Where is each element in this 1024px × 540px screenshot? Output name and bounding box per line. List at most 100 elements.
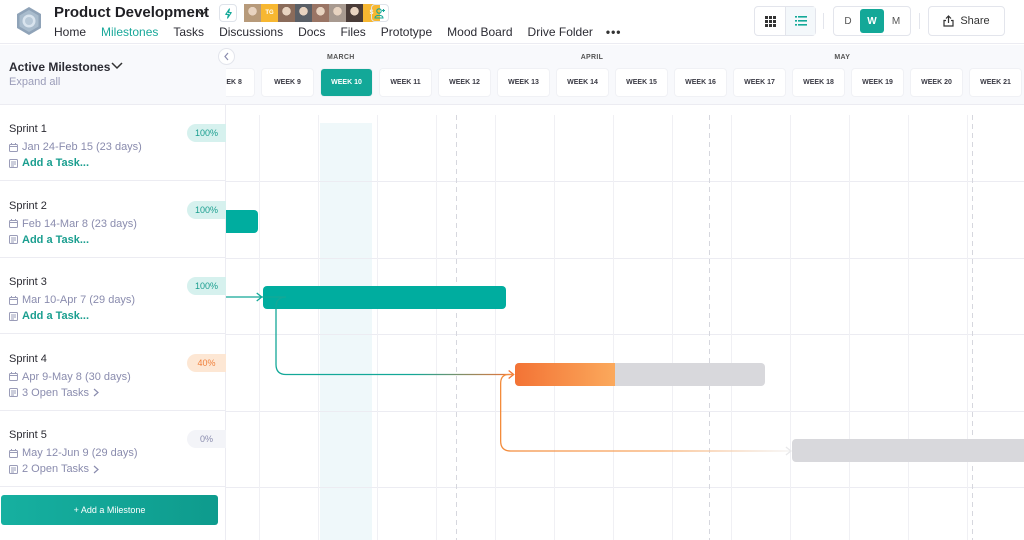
- milestone-dates: Apr 9-May 8 (30 days): [9, 371, 131, 383]
- avatar[interactable]: [312, 4, 329, 22]
- week-column-header[interactable]: WEEK 20: [911, 69, 962, 96]
- divider: [919, 13, 920, 29]
- milestone-item[interactable]: Sprint 5 May 12-Jun 9 (29 days) 2 Open Tas…: [0, 411, 226, 487]
- milestone-dates: Feb 14-Mar 8 (23 days): [9, 218, 137, 230]
- avatar[interactable]: TG: [261, 4, 278, 22]
- week-column-header[interactable]: WEEK 18: [793, 69, 844, 96]
- time-scale-toggle: DWM: [833, 6, 911, 36]
- list-view-button[interactable]: [785, 7, 815, 35]
- more-tabs-button[interactable]: •••: [606, 25, 622, 44]
- milestone-name[interactable]: Sprint 4: [9, 353, 47, 365]
- task-label: 2 Open Tasks: [22, 463, 90, 475]
- top-bar: Product Development TG S Home Milestones Ta…: [0, 0, 1024, 47]
- open-tasks-link[interactable]: 3 Open Tasks: [9, 387, 99, 399]
- week-column-header[interactable]: WEEK 16: [675, 69, 726, 96]
- project-nav: Home Milestones Tasks Discussions Docs Files P…: [54, 25, 637, 47]
- share-button[interactable]: Share: [928, 6, 1005, 36]
- grid-view-icon: [764, 15, 776, 27]
- add-user-icon: [374, 8, 385, 19]
- week-column-header[interactable]: WEEK 19: [852, 69, 903, 96]
- tab-drive-folder[interactable]: Drive Folder: [528, 25, 593, 44]
- task-list-icon: [9, 311, 18, 321]
- grid-view-button[interactable]: [755, 7, 785, 35]
- divider: [823, 13, 824, 29]
- share-label: Share: [960, 15, 990, 27]
- add-task-link[interactable]: Add a Task...: [9, 310, 89, 322]
- collapse-panel-button[interactable]: [218, 48, 235, 65]
- task-list-icon: [9, 235, 18, 244]
- chevron-right-icon: [93, 388, 99, 397]
- progress-badge: 40%: [187, 353, 226, 372]
- milestone-item[interactable]: Sprint 4 Apr 9-May 8 (30 days) 3 Open Task…: [0, 335, 226, 411]
- milestone-date-range: Mar 10-Apr 7 (29 days): [22, 294, 136, 306]
- avatar[interactable]: [295, 4, 312, 22]
- milestone-dates: Jan 24-Feb 15 (23 days): [9, 141, 142, 153]
- task-list-icon: [9, 464, 18, 474]
- tab-files[interactable]: Files: [340, 25, 365, 44]
- active-milestones-title[interactable]: Active Milestones: [9, 60, 110, 74]
- avatar[interactable]: [329, 4, 346, 22]
- milestone-dates: Mar 10-Apr 7 (29 days): [9, 294, 135, 306]
- dependency-arrow: [261, 296, 514, 376]
- week-column-header[interactable]: WEEK 11: [380, 69, 431, 96]
- chevron-down-icon[interactable]: [196, 7, 208, 19]
- avatar[interactable]: [278, 4, 295, 22]
- scale-option-d[interactable]: D: [836, 9, 860, 33]
- week-column-header[interactable]: WEEK 9: [262, 69, 313, 96]
- tab-docs[interactable]: Docs: [298, 25, 325, 44]
- week-column-header[interactable]: WEEK 17: [734, 69, 785, 96]
- expand-all-link[interactable]: Expand all: [9, 76, 60, 88]
- automation-button[interactable]: [219, 4, 237, 22]
- tab-home[interactable]: Home: [54, 25, 86, 44]
- project-title[interactable]: Product Development: [54, 4, 209, 21]
- milestone-date-range: Feb 14-Mar 8 (23 days): [22, 217, 137, 230]
- month-label: APRIL: [580, 54, 604, 61]
- tab-discussions[interactable]: Discussions: [219, 25, 283, 44]
- week-column-header[interactable]: WEEK 12: [439, 69, 490, 96]
- milestone-item[interactable]: Sprint 1 Jan 24-Feb 15 (23 days) Add a Tas…: [0, 105, 226, 181]
- chevron-right-icon: [93, 465, 99, 474]
- chevron-left-icon: [224, 52, 229, 61]
- milestone-dates: May 12-Jun 9 (29 days): [9, 447, 138, 459]
- add-task-link[interactable]: Add a Task...: [9, 234, 89, 246]
- milestone-item[interactable]: Sprint 3 Mar 10-Apr 7 (29 days) Add a Task…: [0, 258, 226, 334]
- week-column-header[interactable]: WEEK 15: [616, 69, 667, 96]
- task-label: Add a Task...: [22, 310, 90, 322]
- add-milestone-button[interactable]: + Add a Milestone: [1, 495, 218, 525]
- member-avatars[interactable]: TG S: [244, 4, 380, 22]
- week-column-header[interactable]: WEEK 21: [970, 69, 1021, 96]
- milestone-name[interactable]: Sprint 1: [9, 123, 47, 135]
- list-view-icon: [794, 16, 807, 26]
- add-member-button[interactable]: [371, 4, 389, 22]
- dependency-arrow: [500, 373, 791, 452]
- tab-prototype[interactable]: Prototype: [381, 25, 432, 44]
- avatar[interactable]: [244, 4, 261, 22]
- month-label: MAY: [834, 54, 851, 61]
- milestone-name[interactable]: Sprint 5: [9, 429, 47, 441]
- timeline-header: MARCH APRIL MAY WEEK 8 WEEK 9 WEEK 10 WEEK 11 W…: [226, 45, 1024, 105]
- chevron-down-icon[interactable]: [111, 61, 123, 70]
- dependency-links: [226, 292, 792, 456]
- milestones-header: Active Milestones Expand all: [0, 45, 226, 105]
- project-logo-icon: [17, 7, 41, 35]
- share-icon: [943, 15, 954, 27]
- add-task-link[interactable]: Add a Task...: [9, 157, 89, 169]
- week-column-header[interactable]: WEEK 13: [498, 69, 549, 96]
- tab-tasks[interactable]: Tasks: [173, 25, 204, 44]
- avatar[interactable]: [346, 4, 363, 22]
- gantt-grid: [226, 105, 1024, 540]
- milestone-item[interactable]: Sprint 2 Feb 14-Mar 8 (23 days) Add a Task…: [0, 182, 226, 258]
- week-column-header[interactable]: WEEK 14: [557, 69, 608, 96]
- scale-option-m[interactable]: M: [884, 9, 908, 33]
- calendar-icon: [9, 448, 18, 458]
- tab-milestones[interactable]: Milestones: [101, 25, 159, 47]
- milestone-name[interactable]: Sprint 2: [9, 200, 47, 212]
- milestone-name[interactable]: Sprint 3: [9, 276, 47, 288]
- progress-badge: 0%: [187, 430, 226, 448]
- tab-mood-board[interactable]: Mood Board: [447, 25, 512, 44]
- week-column-header[interactable]: WEEK 10: [321, 69, 372, 96]
- week-column-header[interactable]: WEEK 8: [226, 69, 254, 96]
- scale-option-w[interactable]: W: [860, 9, 884, 33]
- open-tasks-link[interactable]: 2 Open Tasks: [9, 463, 99, 475]
- progress-badge: 100%: [187, 200, 226, 219]
